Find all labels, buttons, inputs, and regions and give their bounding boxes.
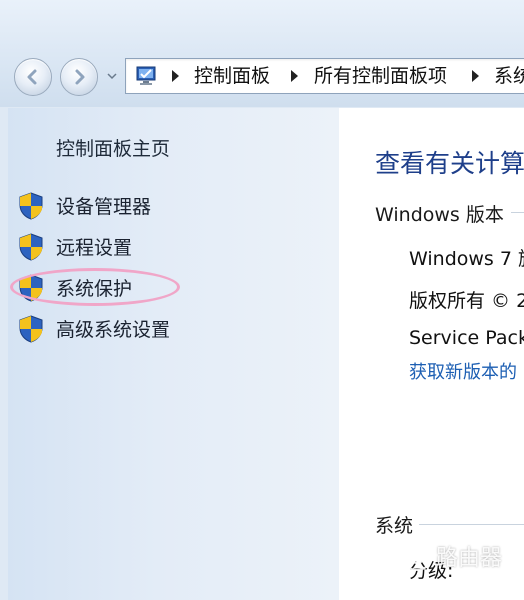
windows-edition-section-title: Windows 版本	[375, 204, 504, 226]
breadcrumb-control-panel[interactable]: 控制面板	[194, 62, 270, 90]
breadcrumb-all-items[interactable]: 所有控制面板项	[314, 62, 447, 90]
sidebar-item-label: 高级系统设置	[56, 319, 171, 341]
sidebar-item-label: 设备管理器	[56, 196, 152, 218]
uac-shield-icon	[19, 315, 43, 343]
breadcrumb-separator-icon[interactable]	[291, 70, 298, 82]
sidebar-item-device-manager[interactable]: 设备管理器	[18, 190, 318, 222]
service-pack-text: Service Pack	[409, 327, 524, 349]
sidebar: 控制面板主页 设备管理器 远程设置 系统保护 高级系统设置	[8, 108, 339, 600]
get-new-version-link[interactable]: 获取新版本的	[409, 358, 517, 384]
section-divider	[511, 212, 524, 213]
forward-button[interactable]	[60, 58, 98, 96]
system-section-title: 系统	[375, 515, 414, 537]
window-toolbar: 控制面板 所有控制面板项 系统	[0, 0, 524, 107]
recent-pages-dropdown-icon[interactable]	[106, 70, 118, 82]
breadcrumb-separator-icon[interactable]	[172, 70, 179, 82]
sidebar-item-advanced-system-settings[interactable]: 高级系统设置	[18, 313, 318, 345]
watermark-text: 路由器	[436, 546, 503, 571]
sidebar-item-remote-settings[interactable]: 远程设置	[18, 231, 318, 263]
breadcrumb-separator-icon[interactable]	[472, 70, 479, 82]
arrow-left-icon	[27, 69, 37, 85]
main-content: 查看有关计算 Windows 版本 Windows 7 旗 版权所有 © 2 S…	[339, 108, 524, 600]
sidebar-item-label: 远程设置	[56, 237, 133, 259]
uac-shield-icon	[19, 192, 43, 220]
edition-name: Windows 7 旗	[409, 248, 524, 270]
control-panel-icon	[136, 66, 156, 85]
router-logo-icon	[401, 539, 433, 571]
control-panel-home-link[interactable]: 控制面板主页	[56, 134, 170, 161]
address-bar[interactable]: 控制面板 所有控制面板项 系统	[125, 58, 524, 94]
highlight-annotation	[10, 268, 180, 306]
section-divider	[419, 524, 524, 525]
arrow-right-icon	[75, 69, 85, 85]
watermark: 路由器	[398, 536, 524, 576]
uac-shield-icon	[19, 233, 43, 261]
back-button[interactable]	[14, 58, 52, 96]
copyright-text: 版权所有 © 2	[409, 290, 524, 312]
page-title: 查看有关计算	[375, 149, 524, 178]
breadcrumb-system[interactable]: 系统	[494, 62, 524, 90]
window-border	[0, 108, 8, 600]
